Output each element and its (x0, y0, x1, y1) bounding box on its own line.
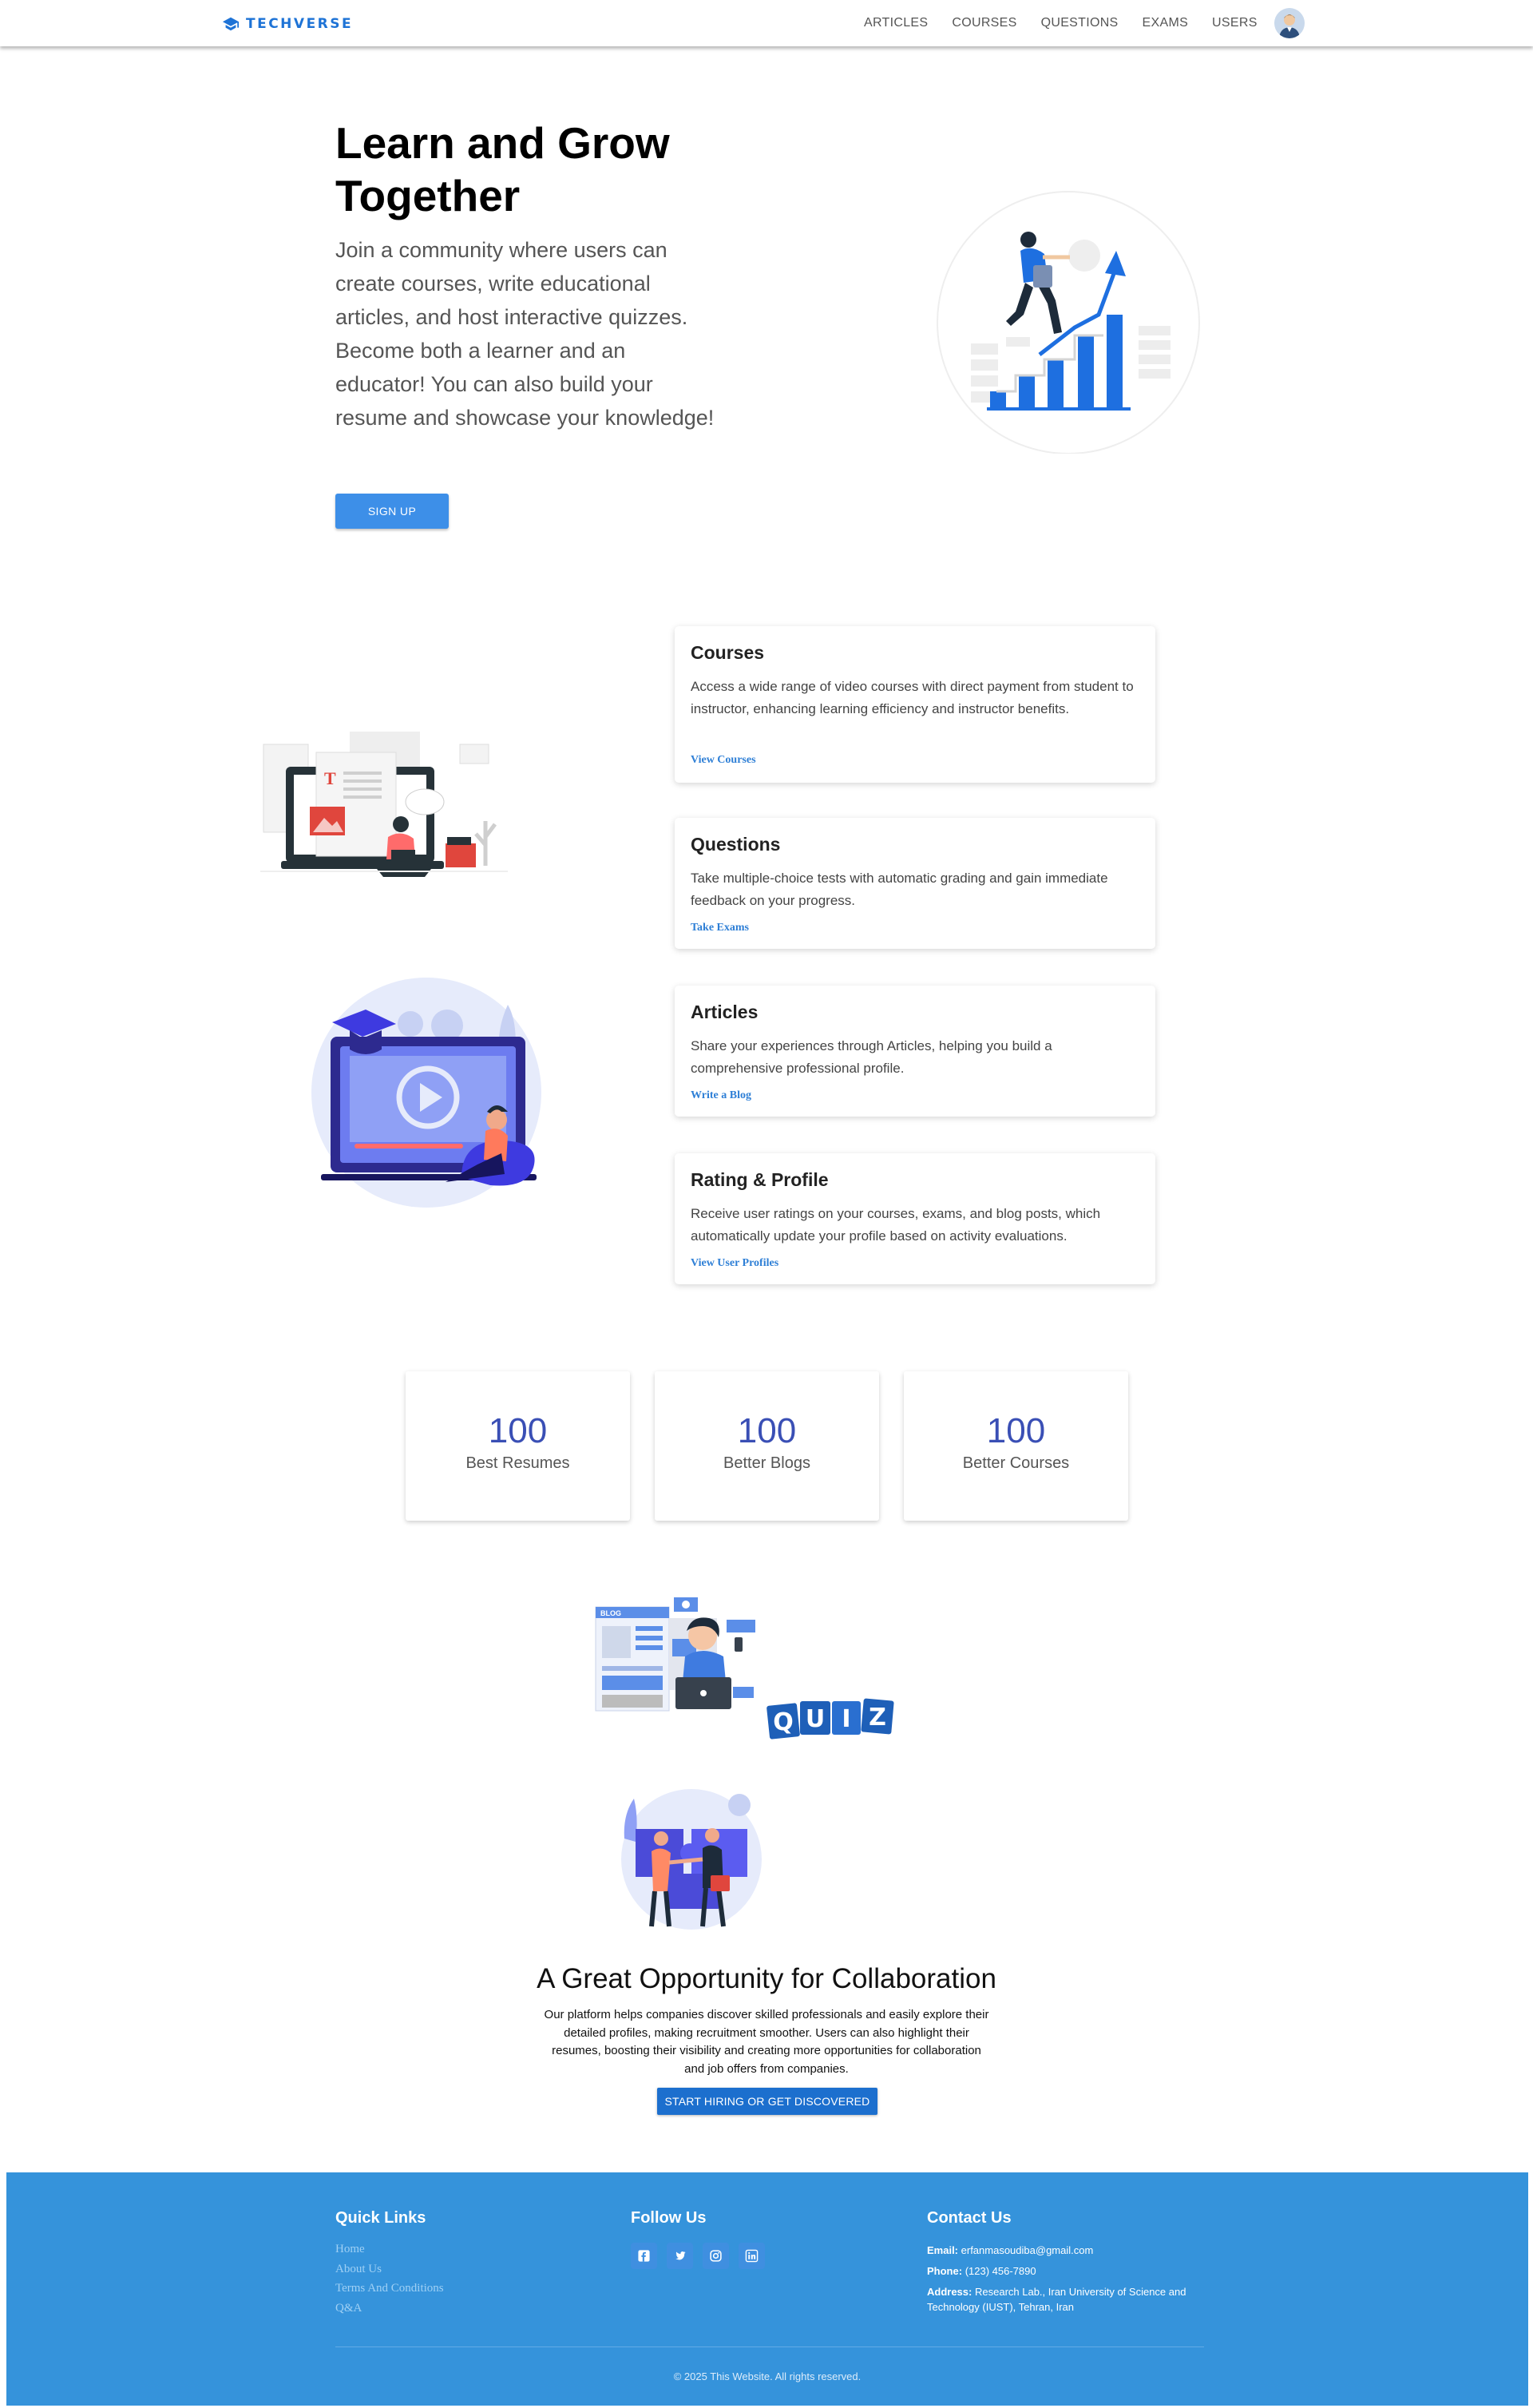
brand-name: TECHVERSE (246, 16, 354, 32)
facebook-icon[interactable] (631, 2243, 657, 2269)
feature-title: Courses (691, 642, 765, 663)
linkedin-icon[interactable] (739, 2243, 765, 2269)
quiz-letter-u: U (806, 1705, 825, 1733)
svg-text:T: T (324, 768, 336, 788)
nav-menu: ARTICLES COURSES QUESTIONS EXAMS USERS (864, 16, 1281, 30)
user-avatar-icon[interactable] (1274, 8, 1305, 38)
quiz-letter-q: Q (773, 1708, 794, 1736)
feature-title: Articles (691, 1002, 759, 1022)
contact-us-heading: Contact Us (927, 2209, 1012, 2227)
video-course-illustration (311, 978, 541, 1208)
stat-label: Best Resumes (465, 1454, 570, 1472)
view-user-profiles-link[interactable]: View User Profiles (691, 1257, 778, 1270)
view-courses-link[interactable]: View Courses (691, 754, 756, 767)
blog-writing-illustration: BLOG (595, 1597, 755, 1712)
stat-label: Better Courses (962, 1454, 1070, 1472)
feature-description: Access a wide range of video courses wit… (691, 679, 1134, 716)
quick-links-list: Home About Us Terms And Conditions Q&A (335, 2239, 444, 2318)
feature-description: Receive user ratings on your courses, ex… (691, 1206, 1101, 1244)
stat-label: Better Blogs (723, 1454, 810, 1472)
collab-title: A Great Opportunity for Collaboration (537, 1963, 996, 1994)
feature-card-rating-profile: Rating & Profile Receive user ratings on… (675, 1153, 1155, 1284)
contact-phone: Phone: (123) 456-7890 (927, 2263, 1214, 2279)
stat-value: 100 (986, 1411, 1046, 1450)
nav-questions[interactable]: QUESTIONS (1041, 16, 1119, 30)
nav-exams[interactable]: EXAMS (1143, 16, 1189, 30)
take-exams-link[interactable]: Take Exams (691, 922, 749, 934)
navbar: TECHVERSE ARTICLES COURSES QUESTIONS EXA… (0, 0, 1533, 46)
nav-courses[interactable]: COURSES (952, 16, 1016, 30)
feature-card-courses: Courses Access a wide range of video cou… (675, 626, 1155, 783)
quiz-letter-i: I (842, 1705, 850, 1733)
instagram-icon[interactable] (703, 2243, 729, 2269)
feature-card-articles: Articles Share your experiences through … (675, 986, 1155, 1117)
stat-card-courses: 100 Better Courses (904, 1371, 1128, 1521)
footer-link-about[interactable]: About Us (335, 2259, 444, 2279)
hero-title: Learn and Grow Together (335, 118, 670, 220)
feature-title: Questions (691, 834, 781, 855)
blog-tag: BLOG (600, 1609, 621, 1617)
footer: Quick Links Home About Us Terms And Cond… (6, 2172, 1528, 2406)
quiz-letter-z: Z (869, 1704, 886, 1732)
quiz-blocks-illustration: Q U I Z (766, 1698, 894, 1740)
online-learning-illustration: T (260, 732, 508, 877)
nav-articles[interactable]: ARTICLES (864, 16, 928, 30)
graduation-cap-icon (222, 17, 240, 31)
collaboration-puzzle-illustration (621, 1789, 762, 1930)
feature-title: Rating & Profile (691, 1169, 829, 1190)
contact-email: Email: erfanmasoudiba@gmail.com (927, 2243, 1214, 2258)
phone-label: Phone: (927, 2265, 963, 2277)
footer-link-qa[interactable]: Q&A (335, 2299, 444, 2319)
contact-address: Address: Research Lab., Iran University … (927, 2284, 1214, 2315)
copyright-text: © 2025 This Website. All rights reserved… (673, 2370, 862, 2382)
start-hiring-button[interactable]: START HIRING OR GET DISCOVERED (657, 2088, 877, 2115)
signup-button[interactable]: SIGN UP (335, 494, 449, 529)
write-blog-link[interactable]: Write a Blog (691, 1089, 751, 1102)
stat-card-resumes: 100 Best Resumes (406, 1371, 630, 1521)
hero-description: Join a community where users can create … (335, 238, 715, 430)
feature-description: Share your experiences through Articles,… (691, 1038, 1052, 1076)
social-links (631, 2243, 765, 2269)
footer-link-home[interactable]: Home (335, 2239, 444, 2259)
quick-links-heading: Quick Links (335, 2209, 426, 2227)
collab-description: Our platform helps companies discover sk… (544, 2008, 989, 2076)
stat-card-blogs: 100 Better Blogs (655, 1371, 879, 1521)
email-label: Email: (927, 2244, 959, 2256)
brand-logo[interactable]: TECHVERSE (222, 14, 353, 34)
footer-link-terms[interactable]: Terms And Conditions (335, 2279, 444, 2299)
growth-chart-illustration (937, 191, 1200, 454)
avatar-image (1274, 8, 1305, 38)
stat-value: 100 (488, 1411, 548, 1450)
contact-info: Email: erfanmasoudiba@gmail.com Phone: (… (927, 2243, 1214, 2320)
twitter-icon[interactable] (667, 2243, 693, 2269)
feature-card-questions: Questions Take multiple-choice tests wit… (675, 818, 1155, 949)
address-label: Address: (927, 2286, 972, 2298)
nav-users[interactable]: USERS (1212, 16, 1258, 30)
feature-description: Take multiple-choice tests with automati… (691, 871, 1108, 908)
follow-us-heading: Follow Us (631, 2209, 707, 2227)
stat-value: 100 (737, 1411, 797, 1450)
email-value[interactable]: erfanmasoudiba@gmail.com (961, 2244, 1094, 2256)
phone-value: (123) 456-7890 (965, 2265, 1036, 2277)
